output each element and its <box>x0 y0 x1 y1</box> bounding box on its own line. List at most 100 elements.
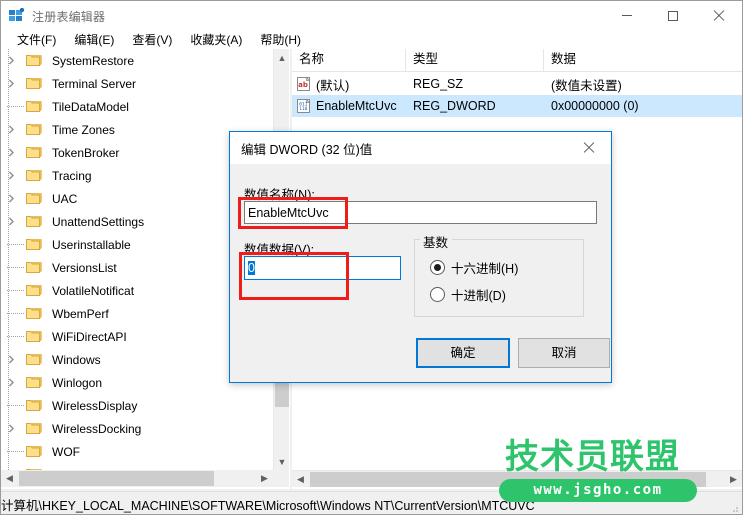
folder-icon <box>26 53 42 67</box>
value-data-input-text: 0 <box>248 261 255 275</box>
chevron-right-icon[interactable] <box>7 79 16 88</box>
folder-icon <box>26 375 42 389</box>
tree-item-tiledatamodel[interactable]: TileDataModel <box>1 95 273 118</box>
folder-icon <box>26 76 42 90</box>
chevron-right-icon[interactable] <box>7 148 16 157</box>
tree-horizontal-scrollbar[interactable]: ◀ ▶ <box>1 470 289 487</box>
tree-item-wow[interactable]: WOW <box>1 463 273 470</box>
ok-button[interactable]: 确定 <box>416 338 510 368</box>
maximize-button[interactable] <box>650 1 696 31</box>
tree-item-label: UnattendSettings <box>52 214 145 229</box>
tree-item-label: SystemRestore <box>52 53 135 68</box>
value-type-cell: REG_SZ <box>413 77 464 91</box>
chevron-right-icon[interactable] <box>7 125 16 134</box>
value-data-cell: (数值未设置) <box>551 78 622 93</box>
tree-branch-guide <box>7 290 24 291</box>
values-horizontal-scrollbar[interactable]: ◀ ▶ <box>292 470 742 487</box>
tree-item-label: Terminal Server <box>52 76 137 91</box>
tree-branch-guide <box>7 405 24 406</box>
menu-file[interactable]: 文件(F) <box>8 32 65 49</box>
folder-icon <box>26 329 42 343</box>
minimize-icon <box>622 15 632 16</box>
svg-text:ab: ab <box>298 81 308 89</box>
tree-branch-guide <box>7 336 24 337</box>
minimize-button[interactable] <box>604 1 650 31</box>
folder-icon <box>26 168 42 182</box>
table-row[interactable]: 011 110 EnableMtcUvc REG_DWORD 0x0000000… <box>292 95 742 117</box>
values-hscroll-thumb[interactable] <box>310 472 706 487</box>
tree-item-label: VolatileNotificat <box>52 283 135 298</box>
folder-icon <box>26 237 42 251</box>
registry-editor-icon <box>9 7 25 24</box>
tree-branch-guide <box>7 451 24 452</box>
folder-icon <box>26 306 42 320</box>
tree-item-label: VersionsList <box>52 260 117 275</box>
column-header-type[interactable]: 类型 <box>406 49 544 71</box>
menu-view[interactable]: 查看(V) <box>123 32 181 49</box>
radio-hexadecimal-indicator <box>430 260 445 275</box>
dialog-title-bar: 编辑 DWORD (32 位)值 <box>230 132 611 164</box>
resize-grip[interactable] <box>729 502 739 512</box>
radio-hexadecimal[interactable]: 十六进制(H) <box>430 258 518 277</box>
string-value-icon: ab <box>296 76 312 92</box>
radio-decimal[interactable]: 十进制(D) <box>430 285 506 304</box>
close-icon <box>713 10 725 22</box>
folder-icon <box>26 191 42 205</box>
folder-icon <box>26 260 42 274</box>
folder-icon <box>26 99 42 113</box>
tree-item-label: Tracing <box>52 168 92 183</box>
menu-bar: 文件(F) 编辑(E) 查看(V) 收藏夹(A) 帮助(H) <box>1 31 742 49</box>
column-header-data[interactable]: 数据 <box>544 49 742 71</box>
chevron-right-icon[interactable] <box>7 56 16 65</box>
base-groupbox-label: 基数 <box>420 232 453 251</box>
tree-scroll-down-button[interactable]: ▼ <box>274 453 289 470</box>
chevron-right-icon[interactable] <box>7 171 16 180</box>
chevron-right-icon[interactable] <box>7 217 16 226</box>
menu-help[interactable]: 帮助(H) <box>251 32 310 49</box>
column-header-name[interactable]: 名称 <box>292 49 406 71</box>
menu-favorites[interactable]: 收藏夹(A) <box>181 32 251 49</box>
cancel-button[interactable]: 取消 <box>518 338 610 368</box>
value-name-input[interactable]: EnableMtcUvc <box>244 201 597 224</box>
tree-branch-guide <box>7 244 24 245</box>
maximize-icon <box>668 11 678 21</box>
chevron-right-icon[interactable] <box>7 194 16 203</box>
value-name-input-text: EnableMtcUvc <box>248 206 329 220</box>
tree-scroll-left-button[interactable]: ◀ <box>1 470 18 487</box>
window-title: 注册表编辑器 <box>32 9 106 24</box>
values-scroll-left-button[interactable]: ◀ <box>292 471 309 488</box>
tree-item-label: UAC <box>52 191 78 206</box>
tree-branch-guide <box>7 106 24 107</box>
status-bar: 计算机\HKEY_LOCAL_MACHINE\SOFTWARE\Microsof… <box>1 491 742 514</box>
folder-icon <box>26 444 42 458</box>
value-data-input[interactable]: 0 <box>244 256 401 280</box>
window-controls <box>604 1 742 31</box>
tree-scroll-right-button[interactable]: ▶ <box>256 470 273 487</box>
chevron-right-icon[interactable] <box>7 424 16 433</box>
folder-icon <box>26 145 42 159</box>
dialog-close-button[interactable] <box>566 132 611 163</box>
tree-item-terminal-server[interactable]: Terminal Server <box>1 72 273 95</box>
registry-editor-window: 注册表编辑器 文件(F) 编辑(E) 查看(V) 收藏夹(A) 帮助(H) Sy… <box>0 0 743 515</box>
tree-item-label: WOF <box>52 444 80 459</box>
value-name-text: EnableMtcUvc <box>316 99 397 113</box>
tree-scroll-up-button[interactable]: ▲ <box>274 49 289 66</box>
menu-edit[interactable]: 编辑(E) <box>65 32 123 49</box>
tree-item-wirelessdisplay[interactable]: WirelessDisplay <box>1 394 273 417</box>
values-column-headers: 名称 类型 数据 <box>292 49 742 72</box>
chevron-right-icon[interactable] <box>7 378 16 387</box>
tree-item-label: Time Zones <box>52 122 115 137</box>
tree-item-label: TokenBroker <box>52 145 120 160</box>
tree-item-label: WbemPerf <box>52 306 109 321</box>
radio-decimal-label: 十进制(D) <box>451 289 506 303</box>
svg-text:110: 110 <box>299 106 308 112</box>
folder-icon <box>26 283 42 297</box>
tree-item-wirelessdocking[interactable]: WirelessDocking <box>1 417 273 440</box>
close-button[interactable] <box>696 1 742 31</box>
tree-item-wof[interactable]: WOF <box>1 440 273 463</box>
table-row[interactable]: ab (默认) REG_SZ (数值未设置) <box>292 73 742 95</box>
chevron-right-icon[interactable] <box>7 355 16 364</box>
tree-item-systemrestore[interactable]: SystemRestore <box>1 49 273 72</box>
tree-hscroll-thumb[interactable] <box>19 471 214 486</box>
values-scroll-right-button[interactable]: ▶ <box>725 471 742 488</box>
